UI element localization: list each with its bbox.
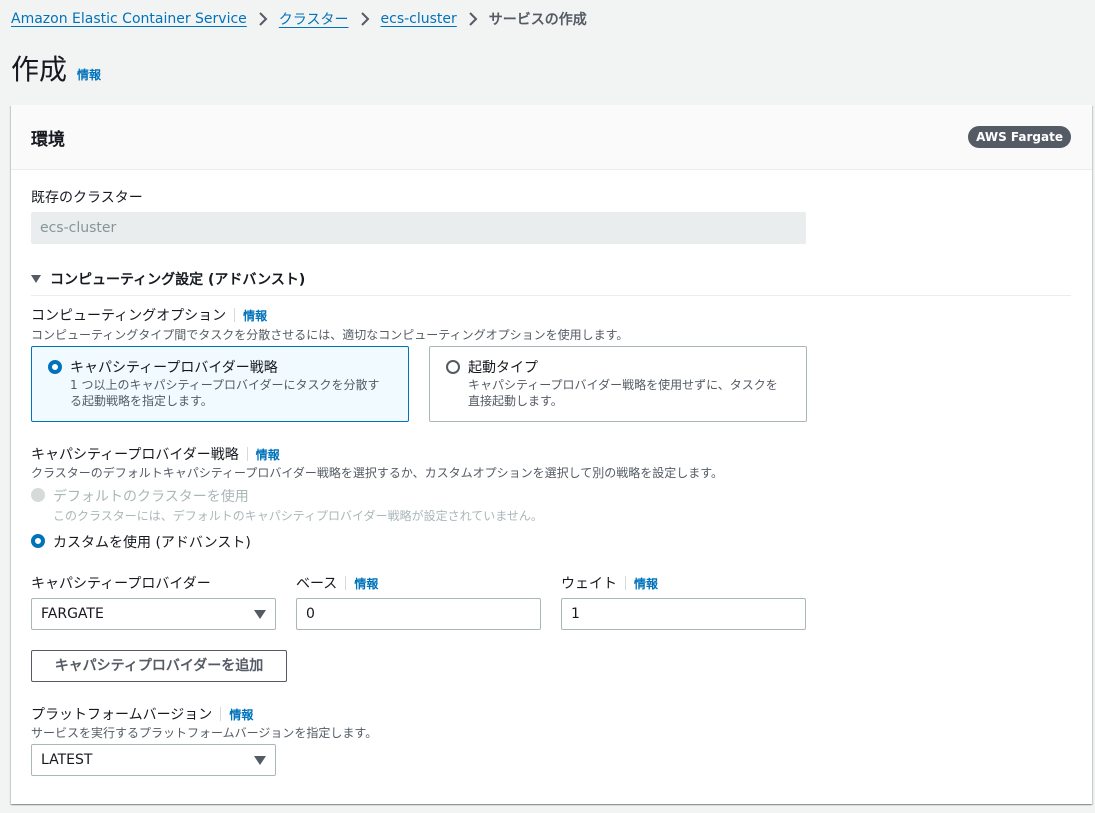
divider: [31, 295, 1071, 296]
default-cluster-option-desc: このクラスターには、デフォルトのキャパシティプロバイダー戦略が設定されていません…: [53, 509, 543, 523]
base-label: ベース: [296, 576, 338, 592]
radio-unselected-icon[interactable]: [446, 360, 460, 374]
weight-label: ウェイト: [561, 576, 617, 592]
weight-input[interactable]: 1: [561, 598, 806, 630]
radio-selected-icon[interactable]: [31, 534, 45, 548]
chevron-right-icon: [258, 12, 268, 26]
breadcrumb-clusters-link[interactable]: クラスター: [279, 9, 349, 29]
custom-option-label[interactable]: カスタムを使用 (アドバンスト): [53, 532, 251, 552]
tile-capacity-provider-strategy[interactable]: キャパシティープロバイダー戦略 1 つ以上のキャパシティープロバイダーにタスクを…: [31, 346, 409, 422]
tile-title: キャパシティープロバイダー戦略: [70, 360, 278, 376]
breadcrumb-ecs-link[interactable]: Amazon Elastic Container Service: [11, 11, 247, 27]
platform-version-select[interactable]: LATEST: [31, 744, 276, 776]
compute-option-header: コンピューティングオプション 情報: [31, 305, 267, 325]
divider: [345, 576, 347, 590]
caret-down-icon: [254, 756, 266, 765]
chevron-right-icon: [360, 12, 370, 26]
compute-option-info-link[interactable]: 情報: [243, 307, 267, 324]
breadcrumb-cluster-link[interactable]: ecs-cluster: [381, 11, 457, 27]
divider: [234, 308, 236, 322]
base-input[interactable]: 0: [296, 598, 541, 630]
caret-down-icon: [254, 610, 266, 619]
environment-panel: 環境 AWS Fargate 既存のクラスター ecs-cluster コンピュ…: [11, 105, 1092, 804]
divider: [625, 576, 626, 590]
tile-desc: 1 つ以上のキャパシティープロバイダーにタスクを分散する起動戦略を指定します。: [70, 378, 380, 408]
compute-settings-expander[interactable]: コンピューティング設定 (アドバンスト): [31, 269, 305, 289]
page-info-link[interactable]: 情報: [77, 66, 101, 83]
add-capacity-provider-button[interactable]: キャパシティプロバイダーを追加: [31, 650, 287, 682]
weight-header: ウェイト 情報: [561, 573, 658, 593]
strategy-desc: クラスターのデフォルトキャパシティープロバイダー戦略を選択するか、カスタムオプシ…: [31, 466, 724, 480]
divider: [220, 707, 222, 721]
platform-info-link[interactable]: 情報: [229, 706, 253, 723]
weight-info-link[interactable]: 情報: [634, 575, 658, 592]
existing-cluster-label: 既存のクラスター: [31, 190, 143, 206]
platform-select-value: LATEST: [41, 752, 93, 768]
divider: [246, 447, 248, 461]
default-cluster-option-label: デフォルトのクラスターを使用: [53, 489, 249, 505]
base-header: ベース 情報: [296, 573, 378, 593]
platform-label: プラットフォームバージョン: [31, 707, 213, 723]
platform-header: プラットフォームバージョン 情報: [31, 704, 253, 724]
breadcrumb: Amazon Elastic Container Service クラスター e…: [11, 9, 587, 29]
caret-down-icon: [31, 275, 41, 283]
compute-option-label: コンピューティングオプション: [31, 308, 227, 324]
compute-settings-label: コンピューティング設定 (アドバンスト): [50, 272, 306, 288]
strategy-header: キャパシティープロバイダー戦略 情報: [31, 444, 280, 464]
radio-selected-icon[interactable]: [48, 360, 62, 374]
tile-title: 起動タイプ: [468, 360, 538, 376]
page-title: 作成: [11, 53, 68, 86]
page-header: 作成 情報: [11, 48, 101, 88]
tile-launch-type[interactable]: 起動タイプ キャパシティープロバイダー戦略を使用せずに、タスクを直接起動します。: [429, 346, 807, 422]
panel-title: 環境: [31, 130, 65, 150]
existing-cluster-input: ecs-cluster: [31, 212, 806, 244]
platform-desc: サービスを実行するプラットフォームバージョンを指定します。: [31, 726, 378, 740]
panel-header: 環境 AWS Fargate: [11, 105, 1092, 170]
chevron-right-icon: [468, 12, 478, 26]
radio-disabled-icon: [31, 488, 45, 502]
provider-label: キャパシティープロバイダー: [31, 576, 211, 592]
compute-option-desc: コンピューティングタイプ間でタスクを分散させるには、適切なコンピューティングオプ…: [31, 328, 629, 342]
provider-select[interactable]: FARGATE: [31, 598, 276, 630]
tile-desc: キャパシティープロバイダー戦略を使用せずに、タスクを直接起動します。: [468, 378, 778, 408]
strategy-label: キャパシティープロバイダー戦略: [31, 447, 239, 463]
strategy-info-link[interactable]: 情報: [256, 446, 280, 463]
fargate-badge: AWS Fargate: [968, 126, 1071, 148]
base-info-link[interactable]: 情報: [354, 575, 378, 592]
breadcrumb-current: サービスの作成: [488, 12, 587, 28]
provider-select-value: FARGATE: [41, 606, 104, 622]
